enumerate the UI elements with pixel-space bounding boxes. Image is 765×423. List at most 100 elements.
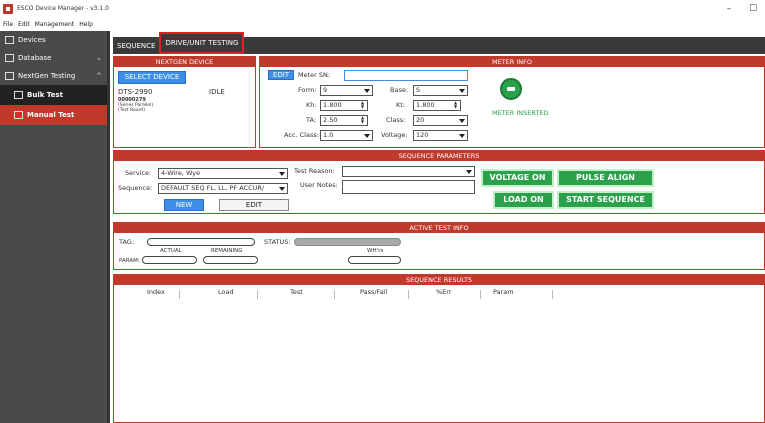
acc-class-value: 1.0 (323, 131, 334, 139)
tag-label: TAG: (119, 238, 135, 246)
minimize-button[interactable]: – (717, 4, 741, 14)
column-separator (408, 290, 409, 299)
sidebar-item-label: Bulk Test (27, 91, 63, 99)
meter-info-panel: METER INFO EDIT Meter SN: Form: 9 Base: … (259, 56, 765, 148)
sidebar-item-database[interactable]: Database ⌄ (0, 49, 110, 67)
base-value: S (416, 86, 421, 94)
load-on-button[interactable]: LOAD ON (493, 191, 554, 209)
remaining-field (203, 256, 258, 264)
menu-file[interactable]: File (3, 21, 13, 28)
tag-field (147, 238, 255, 246)
edit-sequence-button[interactable]: EDIT (219, 199, 289, 211)
sidebar-item-bulk-test[interactable]: Bulk Test (0, 85, 110, 105)
sidebar-item-label: Database (18, 54, 52, 62)
test-reason-select[interactable] (342, 166, 475, 177)
stepper-arrows-icon: ▲ ▼ (361, 115, 365, 124)
panel-title: ACTIVE TEST INFO (114, 223, 764, 233)
nextgen-icon (5, 72, 14, 80)
app-logo-icon (3, 3, 13, 14)
whrs-field (348, 256, 401, 264)
column-header-load: Load (218, 288, 234, 296)
tab-strip: SEQUENCE DRIVE/UNIT TESTING (113, 32, 765, 54)
menu-bar: File Edit Management Help (0, 17, 765, 31)
sidebar-item-nextgen-testing[interactable]: NextGen Testing ^ (0, 67, 110, 85)
form-select[interactable]: 9 (320, 85, 373, 96)
panel-title: METER INFO (260, 57, 764, 67)
new-sequence-button[interactable]: NEW (164, 199, 204, 211)
tab-drive-unit-testing[interactable]: DRIVE/UNIT TESTING (159, 32, 245, 54)
menu-edit[interactable]: Edit (18, 21, 30, 28)
stepper-arrows-icon: ▲ ▼ (454, 100, 458, 109)
remaining-label: REMAINING (211, 248, 243, 254)
voltage-on-button[interactable]: VOLTAGE ON (481, 169, 554, 187)
sequence-results-panel: SEQUENCE RESULTS Index Load Test Pass/Fa… (113, 274, 765, 423)
kh-value: 1.800 (323, 101, 342, 109)
manual-test-icon (14, 111, 23, 119)
class-select[interactable]: 20 (413, 115, 468, 126)
chevron-down-icon (459, 134, 465, 138)
meter-sn-input[interactable] (344, 70, 468, 81)
title-bar: ESCO Device Manager - v3.1.0 – ☐ (0, 0, 765, 17)
sidebar-item-label: Manual Test (27, 111, 75, 119)
bulk-test-icon (14, 91, 23, 99)
kh-stepper[interactable]: 1.800 ▲ ▼ (320, 100, 368, 111)
sidebar-item-label: Devices (18, 36, 46, 44)
monitor-icon (5, 36, 14, 44)
menu-help[interactable]: Help (79, 21, 93, 28)
column-separator (179, 290, 180, 299)
class-value: 20 (416, 116, 425, 124)
test-reason-label: Test Reason: (294, 167, 335, 175)
column-separator (480, 290, 481, 299)
column-separator (552, 290, 553, 299)
pulse-align-button[interactable]: PULSE ALIGN (557, 169, 654, 187)
window-controls: – ☐ (717, 0, 765, 17)
device-status: IDLE (209, 88, 225, 96)
panel-title: NEXTGEN DEVICE (114, 57, 255, 67)
chevron-down-icon (364, 89, 370, 93)
sequence-label: Sequence: (118, 184, 153, 192)
ta-label: TA: (306, 116, 316, 124)
kt-label: Kt: (396, 101, 406, 109)
select-device-button[interactable]: SELECT DEVICE (118, 71, 186, 84)
kh-label: Kh: (306, 101, 317, 109)
sidebar-divider (107, 31, 110, 423)
tab-sequence[interactable]: SEQUENCE (113, 37, 159, 54)
acc-class-select[interactable]: 1.0 (320, 130, 373, 141)
base-select[interactable]: S (413, 85, 468, 96)
panel-title: SEQUENCE PARAMETERS (114, 151, 764, 161)
voltage-select[interactable]: 120 (413, 130, 468, 141)
panel-title: SEQUENCE RESULTS (114, 275, 764, 285)
chevron-up-icon: ^ (96, 72, 102, 80)
actual-label: ACTUAL (160, 248, 182, 254)
actual-field (142, 256, 197, 264)
maximize-button[interactable]: ☐ (741, 4, 765, 14)
sequence-value: DEFAULT SEQ FL, LL, PF ACCUR/ (161, 184, 265, 192)
service-select[interactable]: 4-Wire, Wye (158, 168, 288, 179)
chevron-down-icon (364, 134, 370, 138)
database-icon (5, 54, 14, 62)
start-sequence-button[interactable]: START SEQUENCE (557, 191, 654, 209)
column-header-err: %Err (436, 288, 452, 296)
meter-sn-label: Meter SN: (298, 71, 331, 79)
sidebar-item-manual-test[interactable]: Manual Test (0, 105, 110, 125)
sidebar: Devices Database ⌄ NextGen Testing ^ Bul… (0, 31, 110, 423)
ta-stepper[interactable]: 2.50 ▲ ▼ (320, 115, 368, 126)
user-notes-input[interactable] (342, 180, 475, 194)
base-label: Base: (390, 86, 409, 94)
service-label: Service: (125, 169, 152, 177)
device-line2: (Test Board) (118, 108, 146, 113)
menu-management[interactable]: Management (35, 21, 75, 28)
device-id: DTS-2990 (118, 88, 153, 96)
active-test-info-panel: ACTIVE TEST INFO TAG: STATUS: ACTUAL REM… (113, 222, 765, 270)
meter-edit-button[interactable]: EDIT (268, 70, 294, 80)
meter-status-icon (500, 78, 522, 100)
sequence-select[interactable]: DEFAULT SEQ FL, LL, PF ACCUR/ (158, 183, 288, 194)
kt-stepper[interactable]: 1.800 ▲ ▼ (413, 100, 461, 111)
nextgen-device-panel: NEXTGEN DEVICE SELECT DEVICE DTS-2990 ID… (113, 56, 256, 148)
param-label: PARAM: (119, 258, 140, 264)
chevron-down-icon (279, 187, 285, 191)
meter-status-text: METER INSERTED (492, 109, 549, 117)
status-field (294, 238, 401, 246)
status-label: STATUS: (264, 238, 291, 246)
sidebar-item-devices[interactable]: Devices (0, 31, 110, 49)
